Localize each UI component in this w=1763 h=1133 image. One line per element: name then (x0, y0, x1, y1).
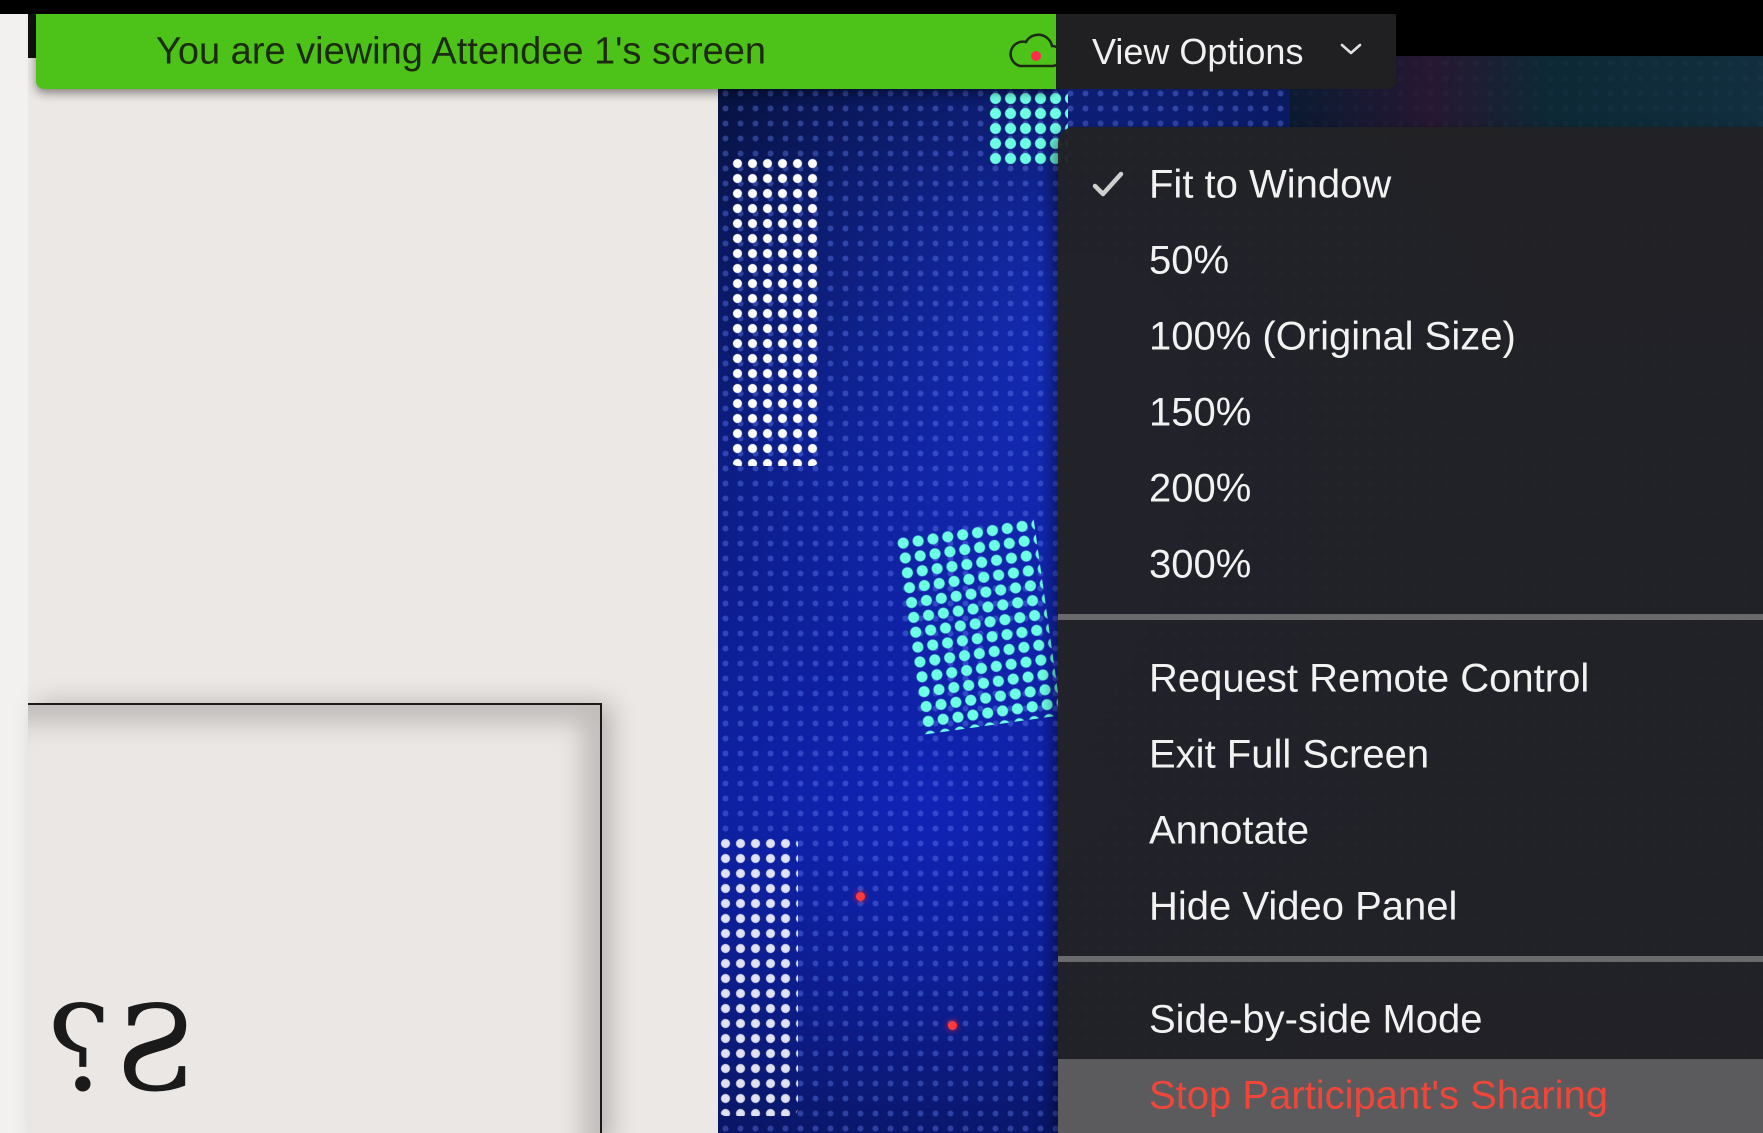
menu-item-annotate[interactable]: Annotate (1058, 794, 1763, 868)
menu-item-zoom-150[interactable]: 150% (1058, 376, 1763, 450)
led-dots-cyan (894, 517, 1062, 735)
menu-item-label: Request Remote Control (1149, 656, 1590, 701)
menu-item-zoom-300[interactable]: 300% (1058, 528, 1763, 602)
viewing-banner: You are viewing Attendee 1's screen (36, 14, 1064, 89)
view-options-menu: Fit to Window 50% 100% (Original Size) 1… (1058, 127, 1763, 1133)
top-bar (0, 0, 1763, 14)
menu-separator (1058, 956, 1763, 962)
led-dots-cyan-top (988, 76, 1068, 166)
menu-item-label: Annotate (1149, 808, 1310, 853)
menu-item-zoom-100[interactable]: 100% (Original Size) (1058, 300, 1763, 374)
menu-item-request-remote-control[interactable]: Request Remote Control (1058, 642, 1763, 716)
menu-item-label: Side-by-side Mode (1149, 997, 1483, 1042)
banner-left-edge (28, 14, 36, 58)
chevron-down-icon (1340, 43, 1362, 55)
menu-item-zoom-50[interactable]: 50% (1058, 224, 1763, 298)
viewing-banner-text: You are viewing Attendee 1's screen (156, 30, 767, 72)
led-red-dot (948, 1021, 957, 1030)
menu-item-label: 50% (1149, 238, 1230, 283)
screen-share-viewer: S? You are viewing Attendee 1's screen V… (0, 0, 1763, 1133)
left-edge (0, 0, 28, 1133)
led-dots-white-bottom (718, 836, 798, 1116)
menu-item-zoom-200[interactable]: 200% (1058, 452, 1763, 526)
view-options-label: View Options (1092, 30, 1304, 72)
checkmark-icon (1092, 171, 1124, 197)
menu-item-hide-video-panel[interactable]: Hide Video Panel (1058, 870, 1763, 944)
led-red-dot (856, 892, 865, 901)
slide-text: S? (44, 980, 197, 1118)
menu-item-label: Stop Participant's Sharing (1149, 1073, 1609, 1118)
menu-item-label: 200% (1149, 466, 1252, 511)
menu-item-exit-full-screen[interactable]: Exit Full Screen (1058, 718, 1763, 792)
menu-item-label: 150% (1149, 390, 1252, 435)
menu-item-stop-participant-sharing[interactable]: Stop Participant's Sharing (1058, 1059, 1763, 1133)
menu-item-side-by-side-mode[interactable]: Side-by-side Mode (1058, 983, 1763, 1057)
menu-item-label: 100% (Original Size) (1149, 314, 1516, 359)
led-dots-white (730, 156, 820, 466)
menu-item-label: Fit to Window (1149, 162, 1392, 207)
menu-item-label: Hide Video Panel (1149, 884, 1458, 929)
menu-item-label: 300% (1149, 542, 1252, 587)
menu-separator (1058, 614, 1763, 620)
menu-item-label: Exit Full Screen (1149, 732, 1430, 777)
menu-item-fit-to-window[interactable]: Fit to Window (1058, 148, 1763, 222)
